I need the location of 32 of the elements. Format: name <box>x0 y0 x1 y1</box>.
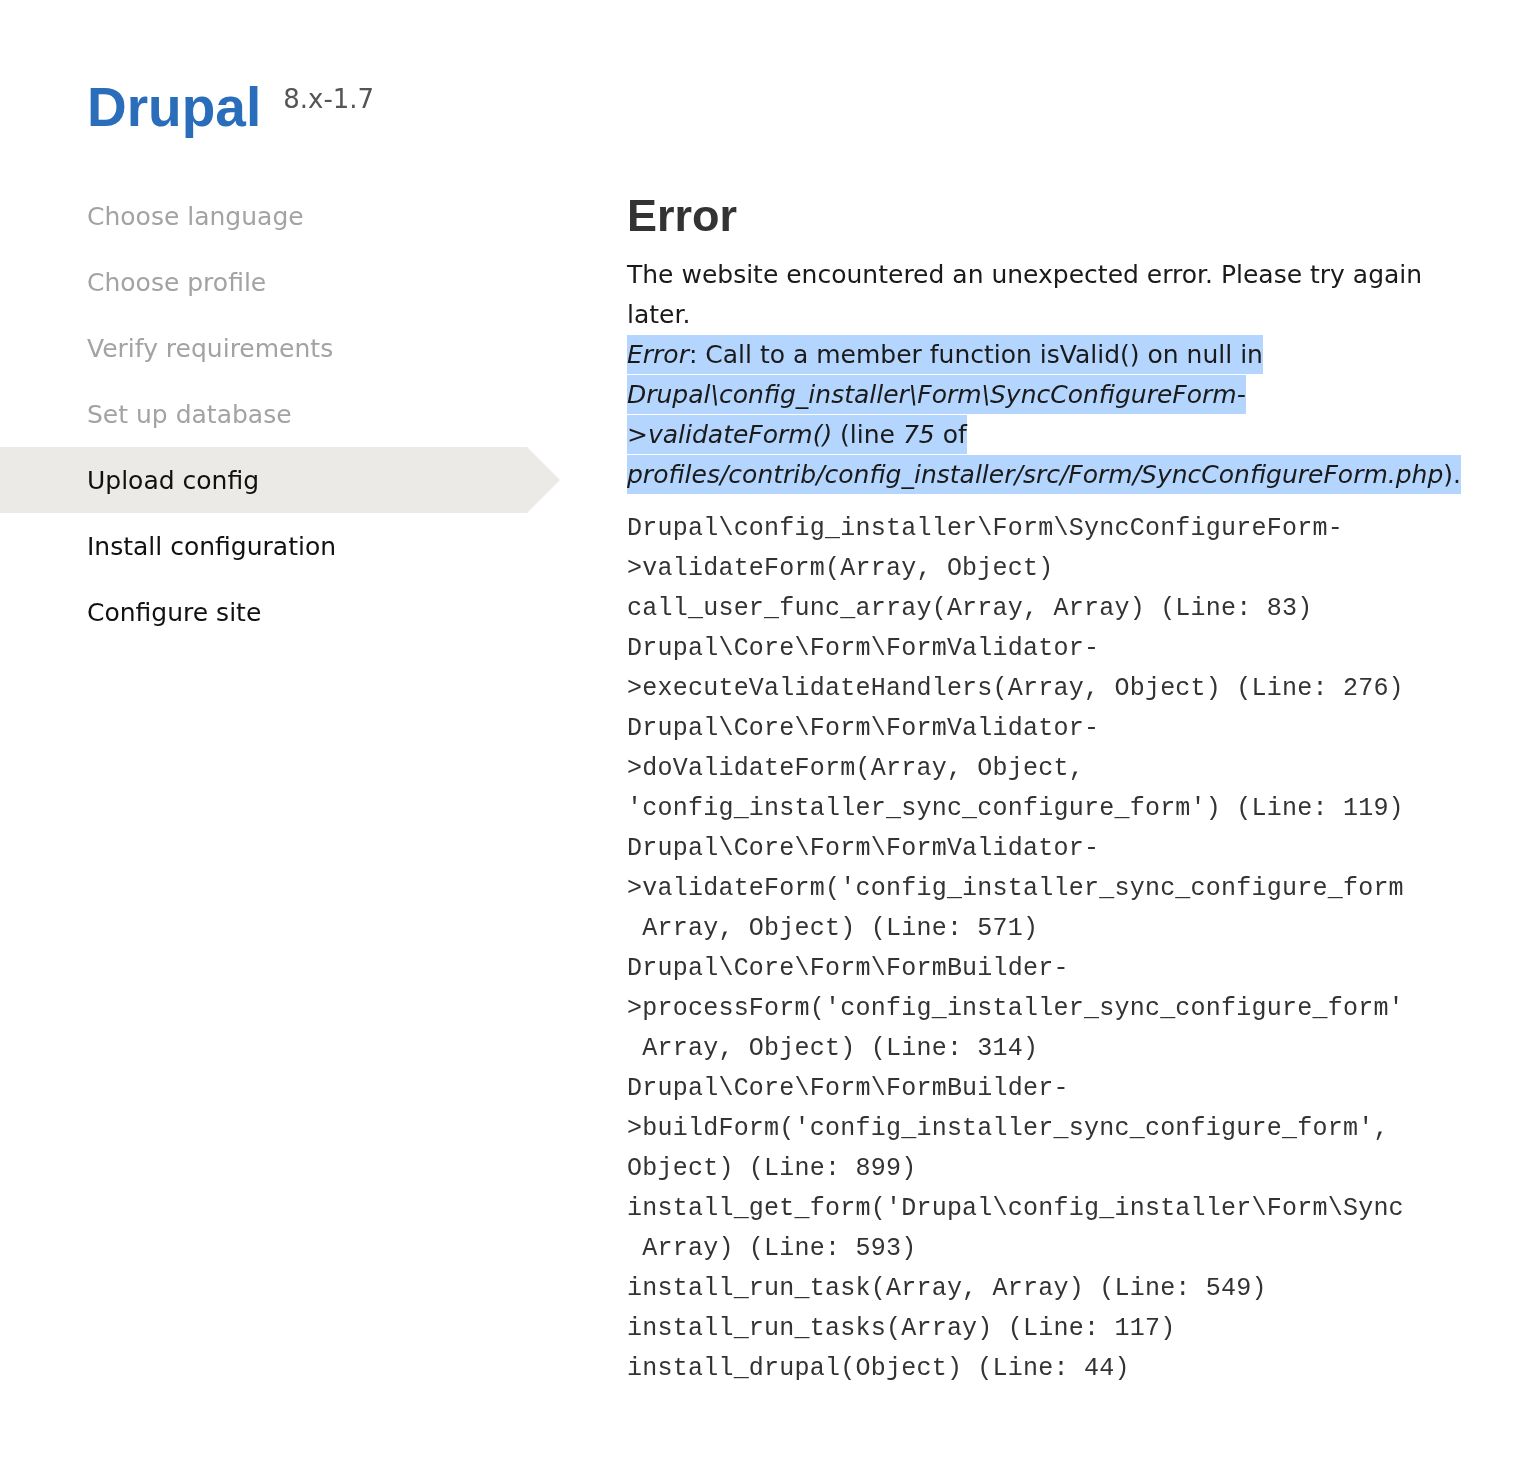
install-step: Set up database <box>87 381 292 447</box>
trace-line: Array) (Line: 593) <box>641 1233 917 1265</box>
trace-line: install_get_form('Drupal\config_installer\Form\Sync <box>627 1193 1404 1225</box>
trace-line: Array, Object) (Line: 571) <box>641 913 1039 945</box>
version-label: 8.x-1.7 <box>283 86 375 112</box>
trace-line: install_run_tasks(Array) (Line: 117) <box>627 1313 1176 1345</box>
install-step: Install configuration <box>87 513 337 579</box>
trace-line: Drupal\Core\Form\FormValidator- <box>627 633 1100 665</box>
trace-line: Drupal\config_installer\Form\SyncConfigureForm- <box>627 513 1343 545</box>
trace-line: >doValidateForm(Array, Object, <box>627 753 1084 785</box>
install-step: Upload config <box>0 447 560 513</box>
trace-line: >executeValidateHandlers(Array, Object) (Line: 276) <box>627 673 1404 705</box>
trace-line: >processForm('config_installer_sync_configure_form' <box>627 993 1404 1025</box>
trace-line: Drupal\Core\Form\FormBuilder- <box>627 953 1069 985</box>
trace-line: >validateForm(Array, Object) <box>627 553 1054 585</box>
trace-line: 'config_installer_sync_configure_form') (Line: 119) <box>627 793 1404 825</box>
trace-line: install_drupal(Object) (Line: 44) <box>627 1353 1130 1385</box>
trace-line: Object) (Line: 899) <box>627 1153 917 1185</box>
trace-line: >validateForm('config_installer_sync_configure_form <box>627 873 1404 905</box>
trace-line: >buildForm('config_installer_sync_configure_form', <box>627 1113 1389 1145</box>
trace-line: Drupal\Core\Form\FormValidator- <box>627 833 1100 865</box>
install-step: Configure site <box>87 579 262 645</box>
install-step: Choose language <box>87 183 304 249</box>
trace-line: Drupal\Core\Form\FormBuilder- <box>627 1073 1069 1105</box>
trace-line: install_run_task(Array, Array) (Line: 549) <box>627 1273 1267 1305</box>
install-step: Verify requirements <box>87 315 334 381</box>
trace-line: Drupal\Core\Form\FormValidator- <box>627 713 1100 745</box>
install-step: Choose profile <box>87 249 267 315</box>
trace-line: call_user_func_array(Array, Array) (Line: 83) <box>627 593 1313 625</box>
error-heading: Error <box>627 191 739 241</box>
error-intro: The website encountered an unexpected error. Please try again later. <box>627 259 1424 331</box>
trace-line: Array, Object) (Line: 314) <box>641 1033 1039 1065</box>
